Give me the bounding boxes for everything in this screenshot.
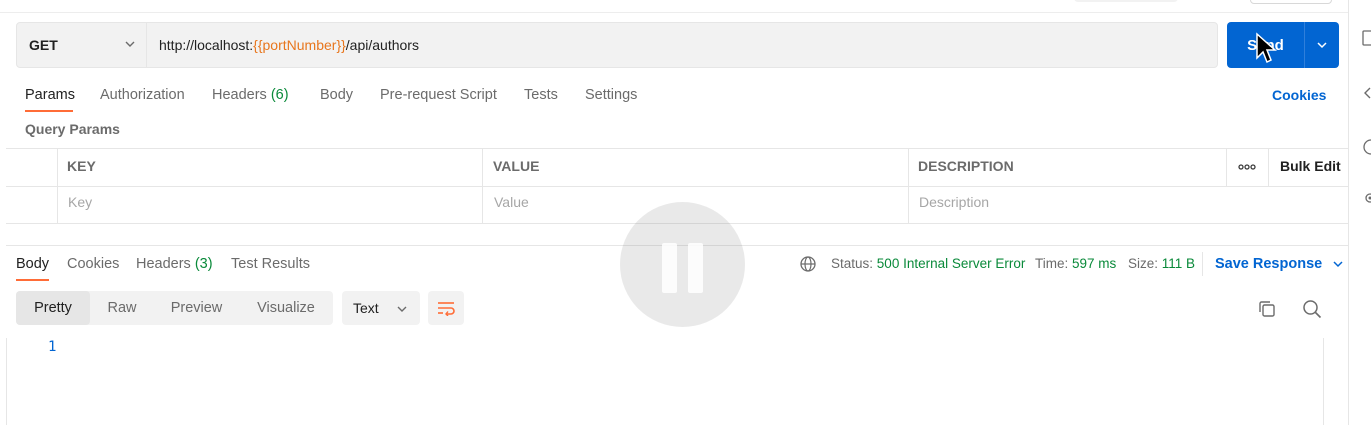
top-toolbar-button[interactable] (1250, 0, 1332, 4)
tab-authorization[interactable]: Authorization (100, 85, 185, 105)
key-input[interactable]: Key (68, 194, 92, 210)
tab-body[interactable]: Body (320, 85, 353, 105)
description-input[interactable]: Description (919, 194, 989, 210)
divider (1202, 252, 1203, 276)
response-status[interactable]: Status: 500 Internal Server Error (831, 255, 1025, 273)
copy-icon[interactable] (1257, 299, 1277, 319)
chevron-left-icon[interactable] (1362, 86, 1371, 100)
response-tab-headers[interactable]: Headers (3) (136, 255, 213, 273)
url-variable: {{portNumber}} (253, 37, 346, 53)
tab-tests[interactable]: Tests (524, 85, 558, 105)
top-toolbar-control[interactable] (1074, 0, 1178, 2)
method-label: GET (29, 37, 58, 53)
search-icon[interactable] (1302, 299, 1322, 319)
method-selector[interactable]: GET (17, 23, 147, 67)
editor-border (6, 338, 7, 425)
size-value: 111 B (1161, 256, 1196, 271)
globe-icon[interactable] (799, 255, 817, 273)
column-header-key: KEY (67, 158, 96, 174)
active-tab-indicator (16, 279, 49, 281)
column-divider (1268, 148, 1269, 186)
url-prefix: http://localhost: (159, 37, 254, 53)
editor-scrollbar[interactable] (1323, 338, 1324, 425)
column-header-description: DESCRIPTION (918, 158, 1014, 174)
response-headers-label: Headers (136, 256, 191, 272)
status-text: Internal Server Error (903, 256, 1026, 271)
tab-pre-request-script[interactable]: Pre-request Script (380, 85, 497, 105)
chevron-down-icon (1317, 42, 1327, 49)
headers-count: (6) (270, 87, 289, 103)
time-value: 597 ms (1072, 256, 1117, 271)
format-selector[interactable]: Text (342, 291, 420, 325)
status-label: Status: (831, 256, 874, 271)
query-params-title: Query Params (25, 121, 120, 137)
response-size[interactable]: Size: 111 B (1128, 255, 1195, 273)
response-headers-count: (3) (194, 256, 213, 272)
column-header-value: VALUE (493, 158, 540, 174)
response-tab-test-results[interactable]: Test Results (231, 255, 310, 273)
request-url-bar: GET http://localhost:{{portNumber}}/api/… (16, 22, 1218, 68)
tab-params[interactable]: Params (25, 85, 75, 105)
right-panel-border (1348, 0, 1349, 425)
tab-settings[interactable]: Settings (585, 85, 637, 105)
wrap-lines-icon (438, 302, 455, 316)
format-label: Text (353, 300, 379, 316)
status-code: 500 (876, 256, 900, 271)
response-tab-cookies[interactable]: Cookies (67, 255, 119, 273)
response-view-modes: Pretty Raw Preview Visualize (16, 291, 333, 325)
tab-headers-label: Headers (212, 87, 267, 103)
save-response-button[interactable]: Save Response (1215, 255, 1344, 273)
cursor-icon (1256, 32, 1277, 64)
view-mode-preview[interactable]: Preview (154, 291, 239, 325)
time-label: Time: (1035, 256, 1069, 271)
line-number: 1 (48, 339, 57, 355)
tab-headers[interactable]: Headers (6) (212, 85, 289, 105)
size-label: Size: (1128, 256, 1159, 271)
url-suffix: /api/authors (345, 37, 419, 53)
bulk-edit-button[interactable]: Bulk Edit (1280, 158, 1341, 174)
active-tab-indicator (25, 110, 73, 112)
column-divider (908, 148, 909, 224)
cookies-link[interactable]: Cookies (1272, 85, 1326, 105)
view-mode-visualize[interactable]: Visualize (239, 291, 333, 325)
column-divider (57, 148, 58, 224)
response-tab-body[interactable]: Body (16, 255, 49, 273)
chevron-down-icon (1333, 261, 1343, 268)
chevron-down-icon (125, 41, 135, 47)
table-row-divider (6, 186, 1349, 187)
document-icon[interactable] (1362, 30, 1371, 46)
view-mode-raw[interactable]: Raw (90, 291, 154, 325)
column-divider (1226, 148, 1227, 186)
view-mode-pretty[interactable]: Pretty (16, 291, 90, 325)
more-horizontal-icon[interactable] (1238, 158, 1256, 176)
value-input[interactable]: Value (494, 194, 529, 210)
send-options-button[interactable] (1304, 22, 1339, 68)
settings-icon[interactable] (1362, 190, 1371, 206)
column-divider (482, 148, 483, 224)
chevron-down-icon (397, 306, 407, 312)
pause-icon[interactable] (620, 202, 745, 327)
response-time[interactable]: Time: 597 ms (1035, 255, 1116, 273)
url-input[interactable]: http://localhost:{{portNumber}}/api/auth… (159, 23, 419, 67)
info-icon[interactable] (1362, 138, 1371, 156)
save-response-label: Save Response (1215, 256, 1323, 272)
wrap-lines-button[interactable] (428, 291, 464, 325)
